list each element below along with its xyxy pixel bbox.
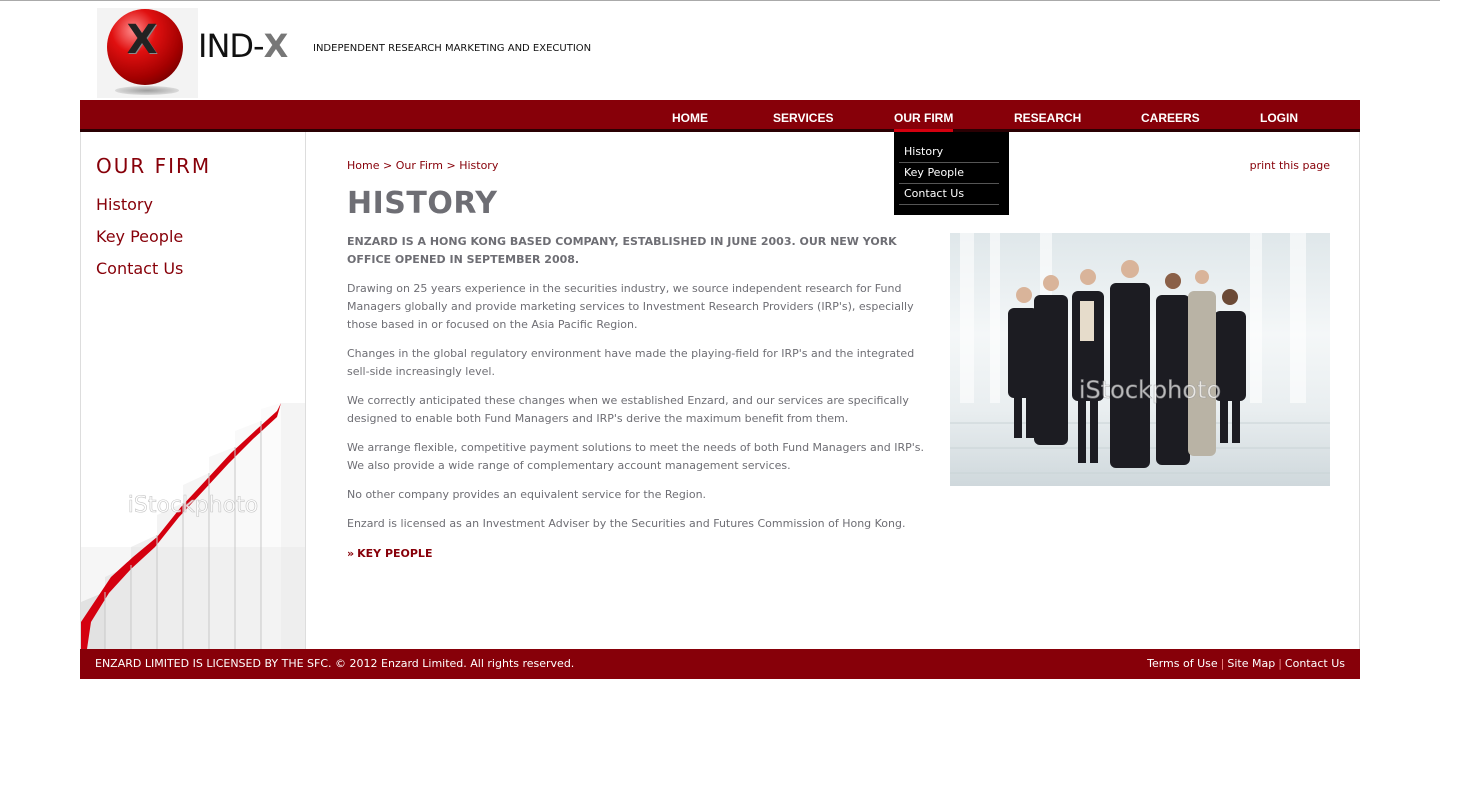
dropdown-item-history[interactable]: History [899,142,999,163]
nav-our-firm[interactable]: OUR FIRM [894,100,954,132]
copyright: ENZARD LIMITED IS LICENSED BY THE SFC. ©… [95,657,575,670]
main-nav: HOME SERVICES OUR FIRM RESEARCH CAREERS … [80,100,1360,132]
dropdown-item-contact-us[interactable]: Contact Us [899,184,999,205]
nav-careers[interactable]: CAREERS [1141,100,1200,129]
paragraph: No other company provides an equivalent … [347,488,707,501]
sidebar-title: OUR FIRM [96,154,212,178]
footer-link-sitemap[interactable]: Site Map [1227,657,1275,670]
paragraph: Changes in the global regulatory environ… [347,347,915,378]
our-firm-dropdown: History Key People Contact Us [894,132,1009,215]
logo-wordmark[interactable]: IND-X [198,26,289,66]
top-border [0,0,1440,1]
sidebar: OUR FIRM History Key People Contact Us i… [81,132,306,649]
tagline: INDEPENDENT RESEARCH MARKETING AND EXECU… [313,43,592,54]
paragraph: We correctly anticipated these changes w… [347,394,909,425]
paragraph: Drawing on 25 years experience in the se… [347,282,914,331]
key-people-link[interactable]: » KEY PEOPLE [347,545,432,563]
logo-name-main: IND- [198,27,265,65]
team-photo: iStockphoto [950,233,1330,486]
nav-services[interactable]: SERVICES [773,100,833,129]
breadcrumb-sep: > [442,159,460,172]
sidebar-watermark: iStockphoto [128,493,258,518]
breadcrumb-section[interactable]: Our Firm [396,159,443,172]
logo-name-x: X [263,27,289,65]
logo-sphere: X [107,9,183,85]
nav-home[interactable]: HOME [672,100,708,129]
footer-links: Terms of Use | Site Map | Contact Us [1147,657,1345,671]
footer-separator: | [1220,657,1225,670]
logo[interactable]: X [97,8,198,98]
paragraph: Enzard is licensed as an Investment Advi… [347,517,906,530]
photo-watermark: iStockphoto [1079,376,1221,404]
footer: ENZARD LIMITED IS LICENSED BY THE SFC. ©… [80,649,1360,679]
breadcrumb: Home > Our Firm > History [347,159,498,173]
nav-research[interactable]: RESEARCH [1014,100,1081,129]
key-people-link-label: KEY PEOPLE [357,547,433,560]
sidebar-item-contact-us[interactable]: Contact Us [96,259,183,279]
paragraph: We arrange flexible, competitive payment… [347,441,924,472]
sidebar-item-history[interactable]: History [96,195,153,215]
breadcrumb-current[interactable]: History [459,159,498,172]
print-page-link[interactable]: print this page [1249,159,1330,173]
sidebar-item-key-people[interactable]: Key People [96,227,183,247]
content-frame: OUR FIRM History Key People Contact Us i… [80,132,1360,649]
staircase-image: iStockphoto [81,403,305,649]
dropdown-item-key-people[interactable]: Key People [899,163,999,184]
footer-link-terms[interactable]: Terms of Use [1147,657,1218,670]
lead-text: ENZARD IS A HONG KONG BASED COMPANY, EST… [347,235,897,266]
nav-login[interactable]: LOGIN [1260,100,1298,129]
breadcrumb-sep: > [379,159,396,172]
footer-separator: | [1278,657,1282,670]
footer-link-contact[interactable]: Contact Us [1285,657,1345,670]
page-title: HISTORY [347,186,498,221]
logo-shadow [115,86,179,95]
breadcrumb-home[interactable]: Home [347,159,379,172]
chevron-right-icon: » [347,547,355,560]
logo-mark: X [126,17,158,63]
